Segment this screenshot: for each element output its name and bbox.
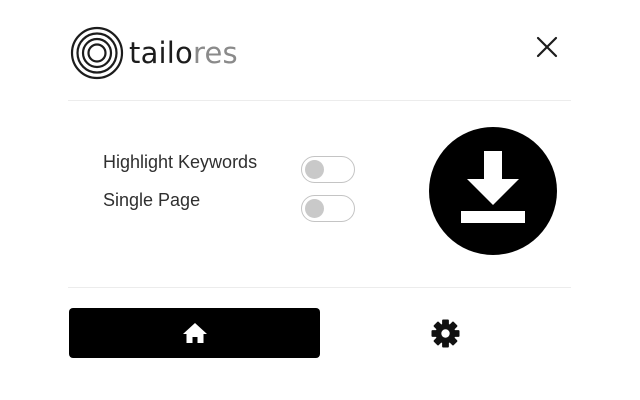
toggle-knob: [305, 199, 324, 218]
close-button[interactable]: [534, 34, 560, 60]
close-icon: [536, 36, 558, 58]
header-divider: [68, 100, 571, 101]
download-button[interactable]: [429, 127, 557, 255]
highlight-keywords-label: Highlight Keywords: [103, 152, 258, 172]
logo-text-dark: tailo: [129, 35, 193, 70]
logo-text-light: res: [193, 35, 238, 70]
download-icon: [461, 151, 525, 223]
settings-button[interactable]: [430, 318, 461, 349]
logo: tailores: [70, 26, 238, 80]
home-button[interactable]: [69, 308, 320, 358]
gear-icon: [431, 319, 460, 348]
logo-wordmark: tailores: [129, 35, 238, 70]
toggle-knob: [305, 160, 324, 179]
highlight-keywords-toggle[interactable]: [301, 156, 355, 183]
home-icon: [182, 323, 207, 343]
logo-rings-icon: [70, 26, 124, 80]
single-page-label: Single Page: [103, 190, 201, 210]
extension-popup: tailores Highlight Keywords Single Page: [0, 0, 640, 400]
single-page-toggle[interactable]: [301, 195, 355, 222]
footer-divider: [68, 287, 571, 288]
